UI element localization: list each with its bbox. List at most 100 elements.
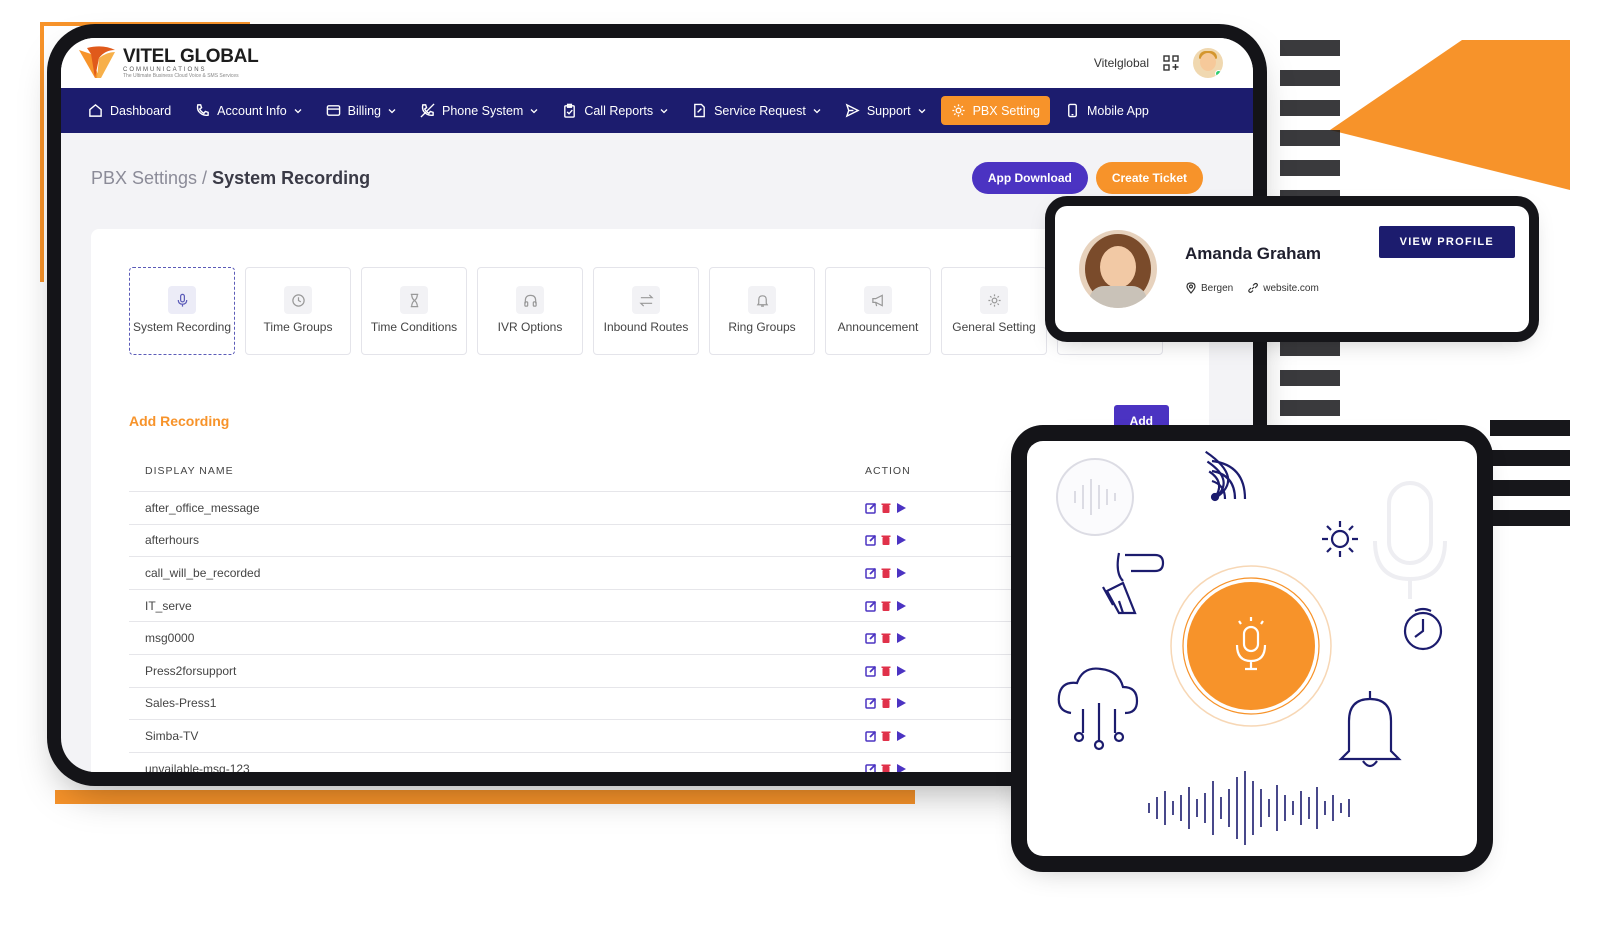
play-icon[interactable] xyxy=(895,697,907,709)
stage: VITEL GLOBAL COMMUNICATIONS The Ultimate… xyxy=(0,0,1600,944)
delete-icon[interactable] xyxy=(880,534,892,546)
audio-waveform-icon xyxy=(1148,771,1350,845)
cloud-network-icon xyxy=(1057,667,1139,751)
recording-name: Press2forsupport xyxy=(129,653,849,688)
username-label[interactable]: Vitelglobal xyxy=(1094,56,1149,70)
play-icon[interactable] xyxy=(895,763,907,772)
delete-icon[interactable] xyxy=(880,502,892,514)
megaphone-chat-icon xyxy=(1102,552,1165,615)
tab-time-groups[interactable]: Time Groups xyxy=(245,267,351,355)
delete-icon[interactable] xyxy=(880,665,892,677)
tab-label: Time Conditions xyxy=(370,320,458,335)
location-pin-icon xyxy=(1186,282,1196,294)
profile-location: Bergen xyxy=(1201,282,1234,294)
nav-account-info[interactable]: Account Info xyxy=(186,97,311,124)
headphones-icon xyxy=(523,294,537,307)
create-ticket-button[interactable]: Create Ticket xyxy=(1095,162,1203,194)
chevron-down-icon xyxy=(294,108,302,113)
play-icon[interactable] xyxy=(895,632,907,644)
recording-name: call_will_be_recorded xyxy=(129,556,849,590)
tab-label: Ring Groups xyxy=(728,320,796,335)
apps-grid-icon[interactable] xyxy=(1163,55,1179,71)
arrows-icon xyxy=(638,294,654,307)
play-icon[interactable] xyxy=(895,730,907,742)
delete-icon[interactable] xyxy=(880,600,892,612)
nav-call-reports[interactable]: Call Reports xyxy=(553,97,677,124)
settings-tabs: System Recording Time Groups Time Condit… xyxy=(129,267,1171,355)
tab-system-recording[interactable]: System Recording xyxy=(129,267,235,355)
table-row: unvailable-msg-123 xyxy=(129,751,1169,772)
megaphone-icon xyxy=(871,294,883,307)
record-button[interactable] xyxy=(1170,565,1332,727)
clock-icon xyxy=(291,294,305,307)
chevron-down-icon xyxy=(918,108,926,113)
breadcrumb: PBX Settings / System Recording xyxy=(91,168,370,189)
user-avatar[interactable] xyxy=(1193,48,1223,78)
recording-name: Sales-Press1 xyxy=(129,686,849,720)
recording-name: Simba-TV xyxy=(129,719,849,753)
nav-service-request[interactable]: Service Request xyxy=(683,97,830,124)
nav-label: Call Reports xyxy=(584,103,654,118)
profile-card: Amanda Graham Bergen website.com VIEW PR… xyxy=(1055,206,1529,332)
nav-dashboard[interactable]: Dashboard xyxy=(79,97,180,124)
link-icon xyxy=(1248,282,1259,293)
play-icon[interactable] xyxy=(895,600,907,612)
edit-icon[interactable] xyxy=(865,665,877,677)
tab-label: IVR Options xyxy=(497,320,563,335)
tab-ivr-options[interactable]: IVR Options xyxy=(477,267,583,355)
nav-phone-system[interactable]: Phone System xyxy=(411,97,547,124)
microphone-icon xyxy=(177,293,187,307)
nav-label: Billing xyxy=(347,103,382,118)
recording-illustration xyxy=(1027,441,1477,856)
nav-billing[interactable]: Billing xyxy=(317,97,405,124)
signal-icon xyxy=(1205,450,1247,502)
table-row: after_office_message xyxy=(129,491,1169,525)
tab-ring-groups[interactable]: Ring Groups xyxy=(709,267,815,355)
table-row: Sales-Press1 xyxy=(129,686,1169,720)
online-status-dot xyxy=(1215,70,1222,77)
microphone-faded-icon xyxy=(1373,481,1447,599)
add-button[interactable]: Add xyxy=(1113,405,1169,437)
profile-website[interactable]: website.com xyxy=(1263,283,1319,294)
nav-mobile-app[interactable]: Mobile App xyxy=(1056,97,1158,124)
table-row: afterhours xyxy=(129,523,1169,557)
nav-pbx-setting[interactable]: PBX Setting xyxy=(940,96,1050,125)
topbar: VITEL GLOBAL COMMUNICATIONS The Ultimate… xyxy=(61,38,1253,88)
app-download-button[interactable]: App Download xyxy=(971,162,1088,194)
play-icon[interactable] xyxy=(895,502,907,514)
tab-time-conditions[interactable]: Time Conditions xyxy=(361,267,467,355)
play-icon[interactable] xyxy=(895,665,907,677)
nav-support[interactable]: Support xyxy=(836,97,935,124)
edit-icon[interactable] xyxy=(865,534,877,547)
phone-off-icon xyxy=(420,103,435,118)
nav-label: Account Info xyxy=(217,103,287,118)
breadcrumb-parent[interactable]: PBX Settings / xyxy=(91,168,207,188)
recordings-table: DISPLAY NAME ACTION after_office_message… xyxy=(129,465,1169,772)
edit-icon[interactable] xyxy=(865,502,877,514)
tab-inbound-routes[interactable]: Inbound Routes xyxy=(593,267,699,355)
edit-icon[interactable] xyxy=(865,763,877,772)
delete-icon[interactable] xyxy=(880,763,892,772)
edit-icon[interactable] xyxy=(865,697,877,710)
delete-icon[interactable] xyxy=(880,632,892,644)
edit-icon[interactable] xyxy=(865,632,877,644)
edit-icon[interactable] xyxy=(865,567,877,579)
brand-logo[interactable]: VITEL GLOBAL COMMUNICATIONS The Ultimate… xyxy=(77,44,259,82)
brand-name: VITEL GLOBAL xyxy=(123,46,259,67)
play-icon[interactable] xyxy=(895,567,907,579)
tab-general-setting[interactable]: General Setting xyxy=(941,267,1047,355)
view-profile-button[interactable]: VIEW PROFILE xyxy=(1378,226,1515,258)
edit-icon[interactable] xyxy=(865,730,877,742)
delete-icon[interactable] xyxy=(880,730,892,742)
play-icon[interactable] xyxy=(895,534,907,546)
tab-announcement[interactable]: Announcement xyxy=(825,267,931,355)
delete-icon[interactable] xyxy=(880,567,892,579)
logo-mark-icon xyxy=(79,46,115,78)
tab-label: Time Groups xyxy=(263,320,333,335)
gear-icon xyxy=(987,294,1001,307)
recording-name: unvailable-msg-123 xyxy=(129,751,849,772)
phone-icon xyxy=(196,104,209,117)
edit-icon[interactable] xyxy=(865,600,877,612)
nav-label: Mobile App xyxy=(1087,103,1149,118)
delete-icon[interactable] xyxy=(880,697,892,709)
